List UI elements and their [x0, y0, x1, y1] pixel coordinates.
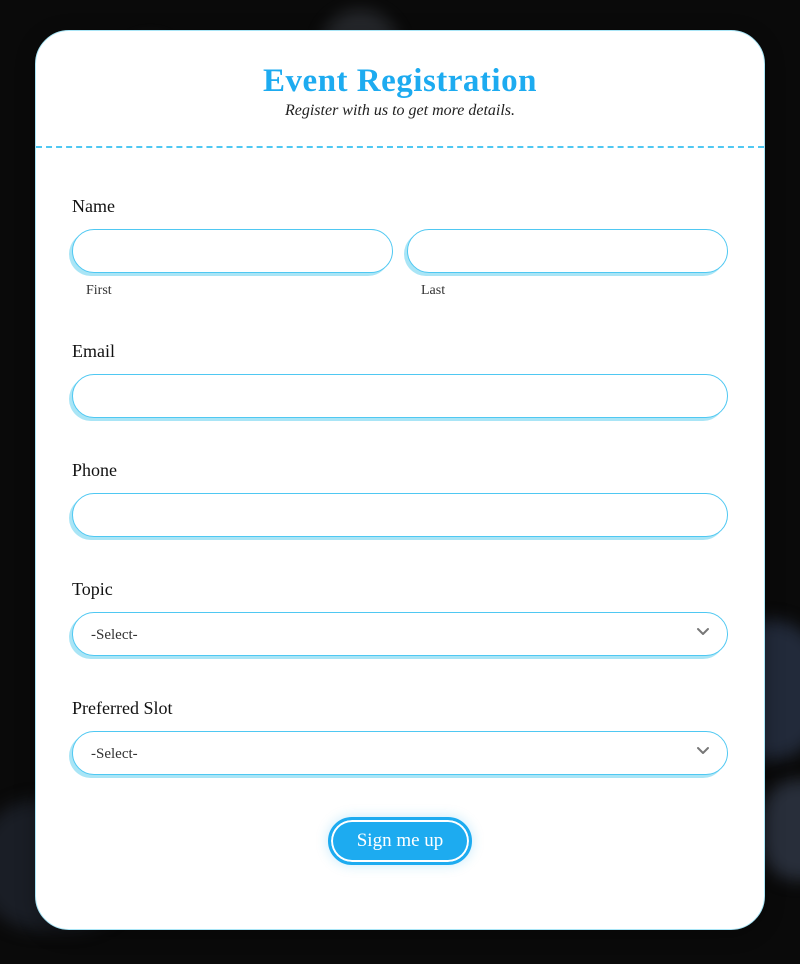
- name-field-group: Name First Last: [72, 196, 728, 299]
- email-input[interactable]: [72, 374, 728, 418]
- phone-label: Phone: [72, 460, 728, 481]
- last-name-col: Last: [407, 229, 728, 299]
- first-name-input[interactable]: [72, 229, 393, 273]
- topic-label: Topic: [72, 579, 728, 600]
- slot-select[interactable]: -Select-: [72, 731, 728, 775]
- slot-field-group: Preferred Slot -Select-: [72, 698, 728, 775]
- sign-me-up-button[interactable]: Sign me up: [328, 817, 473, 865]
- name-label: Name: [72, 196, 728, 217]
- first-name-col: First: [72, 229, 393, 299]
- last-name-sublabel: Last: [421, 283, 728, 299]
- form-body: Name First Last Email Phone Topic: [36, 148, 764, 865]
- submit-row: Sign me up: [72, 817, 728, 865]
- slot-label: Preferred Slot: [72, 698, 728, 719]
- page-title: Event Registration: [36, 63, 764, 100]
- slot-select-wrap[interactable]: -Select-: [72, 731, 728, 775]
- last-name-input[interactable]: [407, 229, 728, 273]
- phone-field-group: Phone: [72, 460, 728, 537]
- topic-field-group: Topic -Select-: [72, 579, 728, 656]
- registration-card: Event Registration Register with us to g…: [35, 30, 765, 930]
- phone-input[interactable]: [72, 493, 728, 537]
- email-field-group: Email: [72, 341, 728, 418]
- first-name-sublabel: First: [86, 283, 393, 299]
- topic-select[interactable]: -Select-: [72, 612, 728, 656]
- form-header: Event Registration Register with us to g…: [36, 63, 764, 146]
- name-row: First Last: [72, 229, 728, 299]
- page-subtitle: Register with us to get more details.: [36, 102, 764, 120]
- email-label: Email: [72, 341, 728, 362]
- topic-select-wrap[interactable]: -Select-: [72, 612, 728, 656]
